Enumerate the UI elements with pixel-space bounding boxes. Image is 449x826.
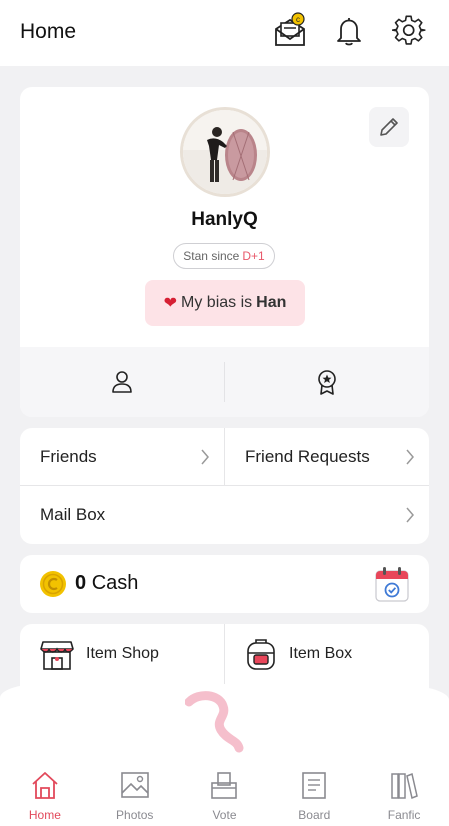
- profile-card: HanlyQ Stan since D+1 ❤ My bias is Han: [20, 87, 429, 417]
- tab-board-label: Board: [298, 808, 331, 822]
- scribble-mark: [185, 691, 244, 753]
- mail-box-link[interactable]: Mail Box: [20, 486, 429, 544]
- friend-requests-label: Friend Requests: [245, 447, 370, 466]
- tab-vote-label: Vote: [212, 808, 237, 822]
- item-box-link[interactable]: Item Box: [225, 624, 429, 684]
- person-icon: [112, 371, 132, 393]
- shop-row: Item Shop Item Box: [20, 624, 429, 684]
- bottom-tab-bar: Home Photos Vote Board Fanfic: [0, 760, 449, 826]
- top-bar: Home c: [0, 0, 449, 66]
- profile-footer: [20, 347, 429, 417]
- chevron-right-icon: [406, 507, 414, 523]
- coin-icon: [40, 571, 66, 597]
- cash-amount: 0: [75, 572, 87, 594]
- edit-profile-button[interactable]: [369, 107, 409, 147]
- friends-row: Friends Friend Requests: [20, 428, 429, 486]
- backpack-icon: [247, 639, 275, 670]
- page-title: Home: [20, 20, 77, 43]
- bell-icon[interactable]: [331, 12, 367, 50]
- tab-photos[interactable]: Photos: [90, 760, 180, 826]
- cash-card[interactable]: 0 Cash: [20, 555, 429, 613]
- svg-text:c: c: [296, 15, 300, 24]
- photo-icon: [118, 768, 152, 802]
- friend-requests-link[interactable]: Friend Requests: [225, 428, 429, 486]
- mail-coin-icon[interactable]: c: [272, 12, 308, 50]
- board-icon: [297, 768, 331, 802]
- item-shop-label: Item Shop: [86, 645, 159, 662]
- tab-home[interactable]: Home: [0, 760, 90, 826]
- calendar-check-icon[interactable]: [375, 566, 409, 602]
- item-box-label: Item Box: [289, 645, 353, 662]
- friends-link[interactable]: Friends: [20, 428, 224, 486]
- tab-fanfic-label: Fanfic: [387, 808, 421, 822]
- gear-icon[interactable]: [391, 12, 427, 50]
- mail-box-label: Mail Box: [40, 505, 106, 524]
- shop-icon: [40, 641, 74, 670]
- profile-button[interactable]: [20, 347, 224, 417]
- tab-board[interactable]: Board: [269, 760, 359, 826]
- avatar[interactable]: [180, 107, 270, 197]
- books-icon: [387, 768, 421, 802]
- item-shop-link[interactable]: Item Shop: [20, 624, 224, 684]
- bias-prefix: My bias is: [181, 294, 253, 311]
- pencil-icon: [380, 118, 398, 136]
- tab-fanfic[interactable]: Fanfic: [359, 760, 449, 826]
- tab-photos-label: Photos: [116, 808, 154, 822]
- mailbox-row: Mail Box: [20, 486, 429, 544]
- badge-button[interactable]: [225, 347, 429, 417]
- stan-since-badge: Stan since D+1: [173, 243, 275, 269]
- tab-home-label: Home: [28, 808, 61, 822]
- friends-label: Friends: [40, 447, 97, 466]
- tab-vote[interactable]: Vote: [180, 760, 270, 826]
- home-icon: [28, 768, 62, 802]
- cash-balance: 0 Cash: [75, 572, 138, 595]
- bias-name: Han: [256, 294, 287, 311]
- stan-since-value: D+1: [242, 249, 265, 263]
- chevron-right-icon: [201, 449, 209, 465]
- bias-box[interactable]: ❤ My bias is Han: [145, 280, 305, 326]
- stan-since-label: Stan since: [183, 249, 240, 263]
- username: HanlyQ: [191, 209, 258, 230]
- cash-label: Cash: [91, 572, 139, 594]
- heart-icon: ❤: [163, 295, 178, 312]
- ballot-box-icon: [207, 768, 241, 802]
- chevron-right-icon: [406, 449, 414, 465]
- social-menu-card: Friends Friend Requests Mail Box: [20, 428, 429, 544]
- award-badge-icon: [318, 370, 336, 395]
